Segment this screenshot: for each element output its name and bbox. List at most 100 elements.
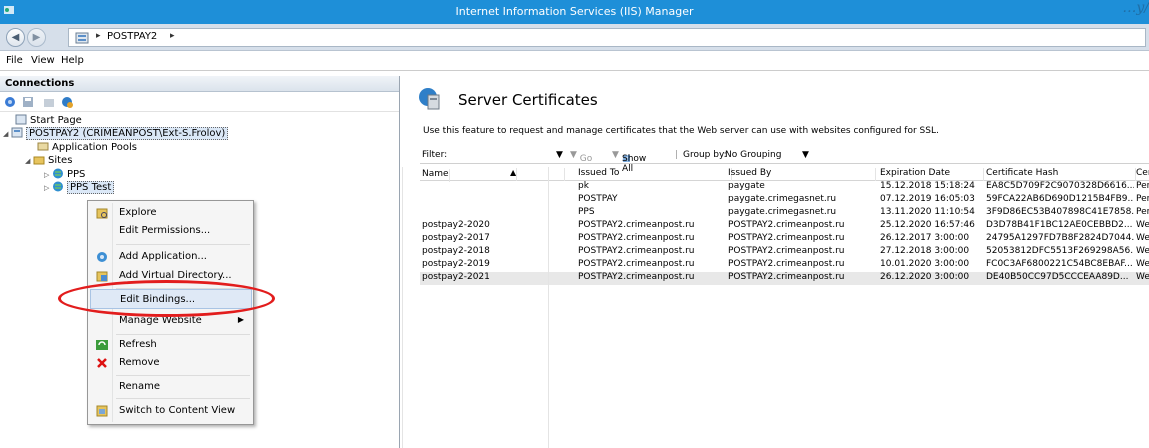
menu-item-edit-permissions[interactable]: Edit Permissions... [90, 221, 252, 241]
column-divider [548, 167, 549, 448]
page-description: Use this feature to request and manage c… [423, 126, 939, 136]
back-button[interactable]: ◀ [6, 28, 25, 47]
breadcrumb-separator[interactable]: ▸ [170, 31, 175, 41]
up-level-icon[interactable] [42, 95, 56, 109]
cell-expiration-date: 07.12.2019 16:05:03 [880, 194, 975, 204]
menu-item-label: Switch to Content View [119, 405, 236, 416]
column-header-cert-store[interactable]: Cer [1136, 168, 1149, 181]
table-row[interactable]: postpay2-2017 POSTPAY2.crimeanpost.ru PO… [420, 233, 1149, 246]
save-icon[interactable] [21, 95, 35, 109]
cell-cert-store: We [1136, 220, 1149, 230]
content-view-icon [96, 405, 108, 417]
tree-item-site-pps[interactable]: ▷ PPS [44, 168, 85, 181]
address-bar: ◀ ▶ ▸ POSTPAY2 ▸ [0, 24, 1149, 51]
cell-certificate-hash: 24795A1297FD7B8F2824D7044... [986, 233, 1134, 243]
expand-icon[interactable]: ▷ [44, 171, 52, 179]
page-title: Server Certificates [458, 91, 598, 109]
tree-item-sites[interactable]: ◢ Sites [25, 154, 72, 167]
cell-certificate-hash: 52053812DFC5513F269298A56... [986, 246, 1134, 256]
table-row-selected[interactable]: postpay2-2021 POSTPAY2.crimeanpost.ru PO… [420, 272, 1149, 285]
connect-icon[interactable] [4, 95, 18, 109]
cell-cert-store: We [1136, 246, 1149, 256]
cell-certificate-hash: 59FCA22AB6D690D1215B4FB9... [986, 194, 1134, 204]
collapse-icon[interactable]: ◢ [3, 130, 11, 138]
menu-item-label: Add Application... [119, 251, 207, 262]
go-button[interactable]: ▼ Go [570, 150, 592, 164]
column-header-expiration-date[interactable]: Expiration Date [880, 168, 984, 181]
menu-separator [116, 244, 250, 245]
cell-issued-to: pk [578, 181, 589, 191]
explore-icon [96, 208, 108, 219]
cell-issued-by: POSTPAY2.crimeanpost.ru [728, 233, 845, 243]
server-certificates-icon [419, 88, 440, 110]
menu-item-explore[interactable]: Explore [90, 203, 252, 223]
table-row[interactable]: PPS paygate.crimegasnet.ru 13.11.2020 11… [420, 207, 1149, 220]
cell-expiration-date: 10.01.2020 3:00:00 [880, 259, 970, 269]
collapse-icon[interactable]: ◢ [25, 157, 33, 165]
cell-expiration-date: 26.12.2017 3:00:00 [880, 233, 970, 243]
menu-item-label: Explore [119, 207, 157, 218]
table-row[interactable]: POSTPAY paygate.crimegasnet.ru 07.12.201… [420, 194, 1149, 207]
forward-arrow-icon: ▶ [32, 32, 41, 43]
tree-item-start-page[interactable]: Start Page [15, 114, 82, 127]
filter-bar: Filter: ▼ ▼ Go ▼ ▦ Show All | Group by: … [420, 146, 1149, 174]
expand-icon[interactable]: ▷ [44, 184, 52, 192]
menu-file[interactable]: File [6, 55, 23, 66]
table-header: Name ▲ Issued To Issued By Expiration Dat… [420, 167, 1149, 182]
menu-bar: File View Help [0, 52, 1149, 71]
forward-button[interactable]: ▶ [27, 28, 46, 47]
column-header-certificate-hash[interactable]: Certificate Hash [986, 168, 1136, 181]
menu-view[interactable]: View [31, 55, 55, 66]
server-icon [75, 32, 89, 44]
cell-cert-store: Per [1136, 207, 1149, 217]
tree-item-site-pps-test[interactable]: ▷ PPS Test [44, 181, 115, 194]
group-by-value[interactable]: No Grouping [725, 150, 781, 160]
breadcrumb-server[interactable]: POSTPAY2 [107, 31, 157, 42]
cell-issued-to: POSTPAY2.crimeanpost.ru [578, 233, 695, 243]
menu-help[interactable]: Help [61, 55, 84, 66]
filter-input[interactable] [468, 148, 554, 161]
column-header-name[interactable]: Name ▲ [422, 168, 565, 182]
table-row[interactable]: pk paygate 15.12.2018 15:18:24 EA8C5D709… [420, 181, 1149, 194]
column-header-issued-to[interactable]: Issued To [578, 168, 732, 181]
menu-item-label: Remove [119, 357, 160, 368]
tree-item-server[interactable]: ◢ POSTPAY2 (CRIMEANPOST\Ext-S.Frolov) [3, 127, 229, 140]
cell-cert-store: Per [1136, 181, 1149, 191]
table-row[interactable]: postpay2-2020 POSTPAY2.crimeanpost.ru PO… [420, 220, 1149, 233]
table-row[interactable]: postpay2-2019 POSTPAY2.crimeanpost.ru PO… [420, 259, 1149, 272]
menu-separator [116, 375, 250, 376]
column-divider [402, 167, 403, 448]
tree-item-app-pools[interactable]: Application Pools [37, 141, 137, 154]
connections-header: Connections [0, 76, 399, 92]
add-application-icon [97, 252, 107, 262]
filter-dropdown-icon[interactable]: ▼ [556, 150, 563, 160]
start-page-icon [15, 114, 27, 125]
group-by-dropdown-icon[interactable]: ▼ [802, 150, 809, 160]
title-bar: Internet Information Services (IIS) Mana… [0, 0, 1149, 24]
menu-item-label: Rename [119, 381, 161, 392]
menu-item-label: Refresh [119, 339, 157, 350]
connect-site-icon[interactable] [60, 95, 74, 109]
cell-issued-to: POSTPAY [578, 194, 618, 204]
cell-name: postpay2-2019 [422, 259, 490, 269]
separator: | [675, 150, 679, 160]
tree-label: Sites [48, 155, 73, 166]
breadcrumb-separator[interactable]: ▸ [96, 31, 101, 41]
group-by-label: Group by: [683, 150, 727, 160]
back-arrow-icon: ◀ [11, 32, 20, 43]
column-header-issued-by[interactable]: Issued By [728, 168, 876, 181]
menu-item-label: Edit Permissions... [119, 225, 211, 236]
menu-item-refresh[interactable]: Refresh [90, 335, 252, 355]
address-field[interactable]: ▸ POSTPAY2 ▸ [68, 28, 1146, 47]
cell-certificate-hash: 3F9D86EC53B407898C41E7858... [986, 207, 1134, 217]
go-dropdown-icon[interactable]: ▼ [612, 150, 619, 160]
menu-item-remove[interactable]: Remove [90, 353, 252, 373]
cell-certificate-hash: DE40B50CC97D5CCCEAA89D... [986, 272, 1129, 282]
menu-item-switch-content-view[interactable]: Switch to Content View [90, 401, 252, 421]
add-virtual-directory-icon [96, 271, 108, 282]
table-row[interactable]: postpay2-2018 POSTPAY2.crimeanpost.ru PO… [420, 246, 1149, 259]
menu-item-rename[interactable]: Rename [90, 377, 252, 397]
cell-issued-to: POSTPAY2.crimeanpost.ru [578, 220, 695, 230]
menu-item-add-application[interactable]: Add Application... [90, 247, 252, 267]
cell-expiration-date: 26.12.2020 3:00:00 [880, 272, 970, 282]
